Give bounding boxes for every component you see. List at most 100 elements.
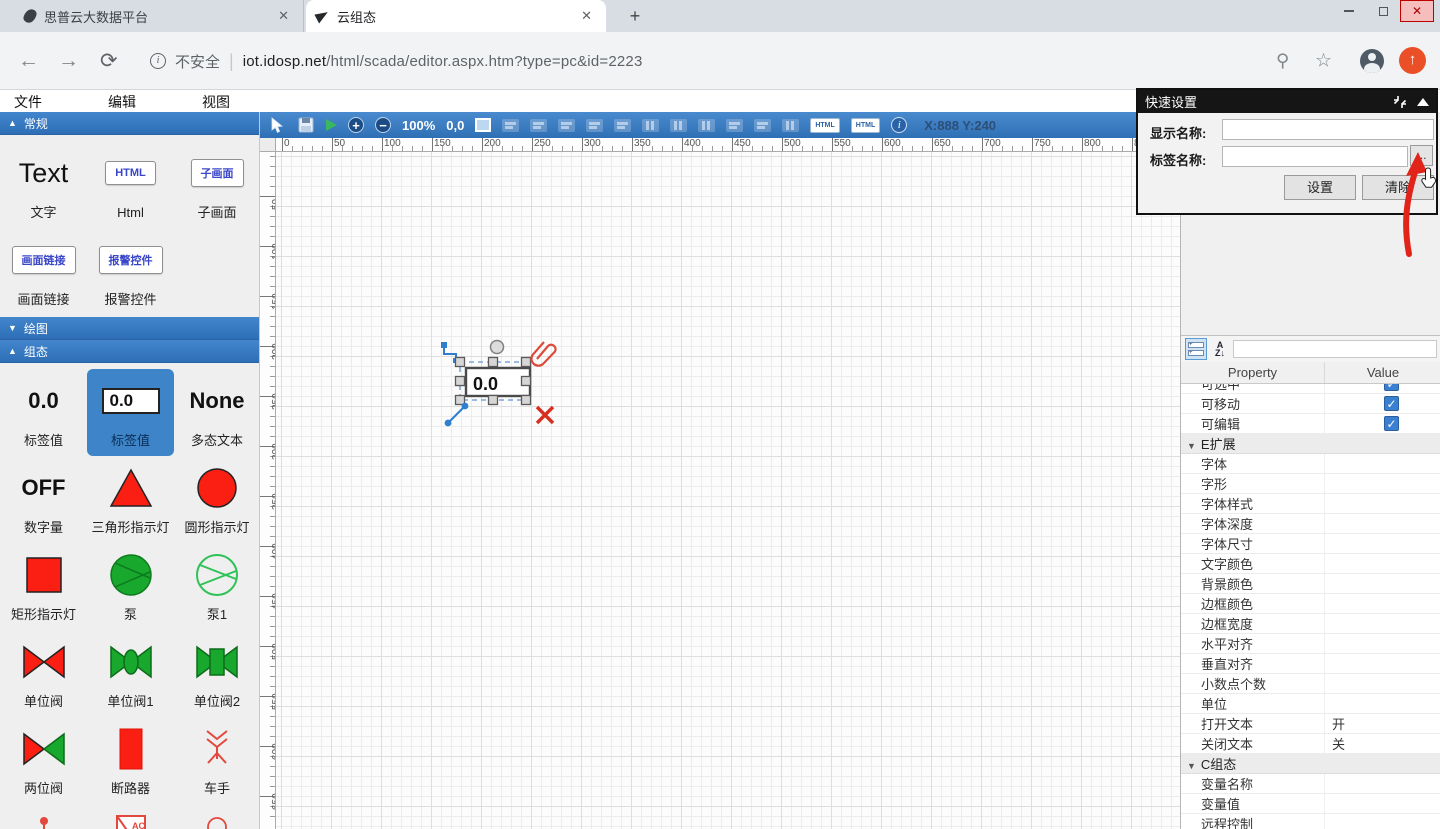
design-canvas[interactable]: 0.0 [276,152,1180,829]
palette-item[interactable]: 圆形指示灯 [174,456,260,543]
categorized-view-icon[interactable]: ++ [1185,338,1207,360]
property-row[interactable]: 字体样式 [1181,494,1440,514]
palette-item[interactable]: OFF数字量 [0,456,87,543]
distribute-icon[interactable] [782,119,799,132]
palette-section-header-2[interactable]: ▼绘图 [0,317,259,340]
snap-object-icon[interactable] [530,119,547,132]
palette-item[interactable]: 两位阀 [0,717,87,804]
tab1-close-icon[interactable]: ✕ [274,8,293,24]
info-icon[interactable]: i [891,117,907,133]
property-row[interactable]: 可编辑✓ [1181,414,1440,434]
palette-item[interactable]: 泵1 [174,543,260,630]
browser-tab-1[interactable]: 思普云大数据平台 ✕ [14,0,304,32]
delete-icon[interactable] [537,407,553,423]
canvas-settings-icon[interactable] [475,118,491,132]
sort-az-icon[interactable]: AZ↓ [1212,341,1228,357]
property-row[interactable]: 文字颜色 [1181,554,1440,574]
palette-item[interactable]: 断路器 [87,717,174,804]
property-value[interactable]: 开 [1332,714,1345,733]
property-value[interactable]: 关 [1332,734,1345,753]
property-row[interactable]: 字体深度 [1181,514,1440,534]
property-group-row[interactable]: ▼C组态 [1181,754,1440,774]
palette-item[interactable]: 单位阀1 [87,630,174,717]
palette-item[interactable]: Text文字 [0,141,87,228]
checkbox-checked-icon[interactable]: ✓ [1384,384,1399,391]
zoom-indicator-icon[interactable]: ⚲ [1276,50,1289,71]
palette-item[interactable]: 0.0标签值 [87,369,174,456]
palette-item[interactable]: HTMLHtml [87,141,174,228]
align-right-icon[interactable] [614,119,631,132]
property-row[interactable]: 垂直对齐 [1181,654,1440,674]
menu-file[interactable]: 文件 [14,90,42,112]
property-row[interactable]: 字形 [1181,474,1440,494]
palette-item[interactable]: None多态文本 [174,369,260,456]
url-field[interactable]: i 不安全 | iot.idosp.net/html/scada/editor.… [150,32,643,90]
property-row[interactable]: 小数点个数 [1181,674,1440,694]
palette-section-header-3[interactable]: ▲组态 [0,340,259,363]
property-row[interactable]: 背景颜色 [1181,574,1440,594]
window-minimize-button[interactable] [1332,0,1366,22]
palette-item[interactable]: 报警控件报警控件 [87,228,174,315]
palette-item[interactable]: 单位阀 [0,630,87,717]
palette-item[interactable]: 矩形指示灯 [0,543,87,630]
display-name-input[interactable] [1222,119,1434,140]
menu-edit[interactable]: 编辑 [108,90,136,112]
property-row[interactable]: 单位 [1181,694,1440,714]
link-line-icon[interactable] [445,403,469,427]
collapse-panel-icon[interactable] [1417,98,1429,106]
palette-item[interactable]: ACDC逆变器 [87,804,174,829]
property-row[interactable]: 变量值 [1181,794,1440,814]
property-row[interactable]: 边框宽度 [1181,614,1440,634]
tag-name-input[interactable] [1222,146,1408,167]
menu-view[interactable]: 视图 [202,90,230,112]
property-row[interactable]: 打开文本开 [1181,714,1440,734]
property-row[interactable]: 远程控制 [1181,814,1440,829]
palette-item[interactable]: 泵 [87,543,174,630]
align-left-icon[interactable] [558,119,575,132]
palette-item[interactable]: PT [174,804,260,829]
html-preview-icon[interactable]: HTML [851,118,880,133]
property-row[interactable]: 变量名称 [1181,774,1440,794]
snap-grid-icon[interactable] [502,119,519,132]
save-icon[interactable] [298,117,315,133]
align-top-icon[interactable] [642,119,659,132]
same-width-icon[interactable] [726,119,743,132]
property-row[interactable]: 可移动✓ [1181,394,1440,414]
palette-section-header-1[interactable]: ▲常规 [0,112,259,135]
property-filter-input[interactable] [1233,340,1437,358]
window-restore-button[interactable] [1366,0,1400,22]
same-height-icon[interactable] [754,119,771,132]
forward-icon[interactable]: → [58,49,79,73]
set-button[interactable]: 设置 [1284,175,1356,200]
property-row[interactable]: 可选中✓ [1181,384,1440,394]
align-bottom-icon[interactable] [698,119,715,132]
site-info-icon[interactable]: i [150,53,166,69]
back-icon[interactable]: ← [18,49,39,73]
browser-update-button[interactable]: ↑ [1399,47,1426,74]
checkbox-checked-icon[interactable]: ✓ [1384,416,1399,431]
clear-button[interactable]: 清除 [1362,175,1434,200]
window-close-button[interactable]: ✕ [1400,0,1434,22]
select-tool-icon[interactable] [270,117,287,133]
selected-widget[interactable]: 0.0 [436,332,570,436]
palette-item[interactable]: 车手 [174,717,260,804]
palette-item[interactable]: 刀闸 [0,804,87,829]
new-tab-button[interactable]: + [622,4,648,28]
property-row[interactable]: 字体尺寸 [1181,534,1440,554]
property-row[interactable]: 关闭文本关 [1181,734,1440,754]
tag-browse-button[interactable]: ... [1410,145,1433,166]
zoom-out-icon[interactable]: − [375,117,391,133]
align-center-icon[interactable] [586,119,603,132]
tab2-close-icon[interactable]: ✕ [577,8,596,24]
dock-icon[interactable] [1393,96,1407,108]
zoom-in-icon[interactable]: + [348,117,364,133]
reload-icon[interactable]: ⟳ [100,48,118,73]
palette-item[interactable]: 单位阀2 [174,630,260,717]
html-source-icon[interactable]: HTML [810,118,839,133]
align-middle-icon[interactable] [670,119,687,132]
property-row[interactable]: 水平对齐 [1181,634,1440,654]
attach-icon[interactable] [531,342,555,366]
palette-item[interactable]: 子画面子画面 [174,141,260,228]
property-row[interactable]: 字体 [1181,454,1440,474]
quick-settings-titlebar[interactable]: 快速设置 [1138,90,1436,113]
